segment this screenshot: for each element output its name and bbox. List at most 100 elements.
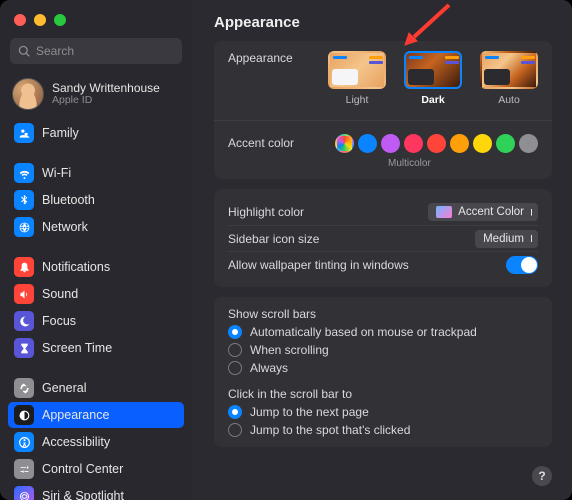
family-icon	[14, 123, 34, 143]
system-settings-window: Search Sandy Writtenhouse Apple ID Famil…	[0, 0, 572, 500]
accent-swatch-5[interactable]	[450, 134, 469, 153]
sidebar-item-control-center[interactable]: Control Center	[8, 456, 184, 482]
user-subtitle: Apple ID	[52, 95, 160, 107]
tinting-label: Allow wallpaper tinting in windows	[228, 258, 506, 272]
sidebar-item-general[interactable]: General	[8, 375, 184, 401]
radio-label: When scrolling	[250, 343, 329, 357]
sidebar-item-label: Bluetooth	[42, 193, 95, 207]
display-panel: Highlight color Accent Color Sidebar ico…	[214, 189, 552, 287]
wifi-icon	[14, 163, 34, 183]
sidebar-item-family[interactable]: Family	[8, 120, 184, 146]
radio-button	[228, 423, 242, 437]
radio-label: Automatically based on mouse or trackpad	[250, 325, 477, 339]
avatar	[12, 78, 44, 110]
scrollbars-options: Automatically based on mouse or trackpad…	[228, 325, 538, 375]
sidebar-item-label: Family	[42, 126, 79, 140]
minimize-button[interactable]	[34, 14, 46, 26]
accessibility-icon	[14, 432, 34, 452]
appearance-thumb-auto	[480, 51, 538, 89]
sidebar-item-accessibility[interactable]: Accessibility	[8, 429, 184, 455]
sidebar-item-label: General	[42, 381, 86, 395]
radio-option[interactable]: Jump to the spot that's clicked	[228, 423, 538, 437]
highlight-popup[interactable]: Accent Color	[428, 203, 538, 221]
bell-icon	[14, 257, 34, 277]
scroll-panel: Show scroll bars Automatically based on …	[214, 297, 552, 447]
appearance-option-label: Light	[346, 94, 369, 106]
radio-button	[228, 361, 242, 375]
sidebar-item-label: Accessibility	[42, 435, 110, 449]
search-icon	[18, 45, 31, 58]
sidebar-item-bluetooth[interactable]: Bluetooth	[8, 187, 184, 213]
sliders-icon	[14, 459, 34, 479]
sidebar-item-label: Appearance	[42, 408, 109, 422]
appearance-thumb-dark	[404, 51, 462, 89]
bluetooth-icon	[14, 190, 34, 210]
scrollbars-title: Show scroll bars	[228, 307, 538, 321]
sidebar-item-screen-time[interactable]: Screen Time	[8, 335, 184, 361]
appearance-label: Appearance	[228, 51, 328, 65]
sidebar: Search Sandy Writtenhouse Apple ID Famil…	[0, 0, 192, 500]
siri-icon	[14, 486, 34, 500]
accent-swatch-2[interactable]	[381, 134, 400, 153]
appearance-option-light[interactable]: Light	[328, 51, 386, 106]
appearance-options: Light Dark Auto	[328, 51, 538, 106]
accent-caption: Multicolor	[388, 158, 538, 169]
radio-option[interactable]: Always	[228, 361, 538, 375]
radio-button	[228, 325, 242, 339]
radio-option[interactable]: When scrolling	[228, 343, 538, 357]
close-button[interactable]	[14, 14, 26, 26]
sidebar-item-label: Focus	[42, 314, 76, 328]
highlight-label: Highlight color	[228, 205, 428, 219]
sidebar-item-label: Notifications	[42, 260, 110, 274]
sidebar-item-label: Control Center	[42, 462, 123, 476]
appearance-option-label: Auto	[498, 94, 520, 106]
accent-swatch-8[interactable]	[519, 134, 538, 153]
appearance-icon	[14, 405, 34, 425]
search-field[interactable]: Search	[10, 38, 182, 64]
sidebar-item-label: Siri & Spotlight	[42, 489, 124, 500]
iconsize-label: Sidebar icon size	[228, 232, 475, 246]
search-placeholder: Search	[36, 44, 74, 58]
sidebar-list: Family Wi-Fi Bluetooth Network Notifications…	[0, 120, 192, 500]
sidebar-item-label: Screen Time	[42, 341, 112, 355]
radio-option[interactable]: Automatically based on mouse or trackpad	[228, 325, 538, 339]
sidebar-item-label: Network	[42, 220, 88, 234]
appearance-option-label: Dark	[421, 94, 444, 106]
appearance-option-dark[interactable]: Dark	[404, 51, 462, 106]
accent-swatch-6[interactable]	[473, 134, 492, 153]
sidebar-item-notifications[interactable]: Notifications	[8, 254, 184, 280]
accent-color-row	[335, 134, 538, 153]
radio-label: Jump to the spot that's clicked	[250, 423, 410, 437]
appearance-thumb-light	[328, 51, 386, 89]
radio-label: Jump to the next page	[250, 405, 369, 419]
apple-id-row[interactable]: Sandy Writtenhouse Apple ID	[0, 72, 192, 120]
sidebar-item-wi-fi[interactable]: Wi-Fi	[8, 160, 184, 186]
help-button[interactable]: ?	[532, 466, 552, 486]
tinting-switch[interactable]	[506, 256, 538, 274]
accent-label: Accent color	[228, 136, 335, 150]
zoom-button[interactable]	[54, 14, 66, 26]
sidebar-item-network[interactable]: Network	[8, 214, 184, 240]
appearance-option-auto[interactable]: Auto	[480, 51, 538, 106]
accent-swatch-0[interactable]	[335, 134, 354, 153]
moon-icon	[14, 311, 34, 331]
sidebar-item-siri-spotlight[interactable]: Siri & Spotlight	[8, 483, 184, 500]
sidebar-item-label: Wi-Fi	[42, 166, 71, 180]
appearance-panel: Appearance Light Dark Auto Accent color Mu…	[214, 41, 552, 179]
page-title: Appearance	[214, 14, 552, 31]
sidebar-item-focus[interactable]: Focus	[8, 308, 184, 334]
network-icon	[14, 217, 34, 237]
gear-icon	[14, 378, 34, 398]
accent-swatch-1[interactable]	[358, 134, 377, 153]
user-name: Sandy Writtenhouse	[52, 82, 160, 95]
radio-option[interactable]: Jump to the next page	[228, 405, 538, 419]
speaker-icon	[14, 284, 34, 304]
sidebar-item-sound[interactable]: Sound	[8, 281, 184, 307]
sidebar-item-appearance[interactable]: Appearance	[8, 402, 184, 428]
click-title: Click in the scroll bar to	[228, 387, 538, 401]
accent-swatch-3[interactable]	[404, 134, 423, 153]
accent-swatch-4[interactable]	[427, 134, 446, 153]
accent-swatch-7[interactable]	[496, 134, 515, 153]
iconsize-popup[interactable]: Medium	[475, 230, 538, 248]
window-controls	[14, 14, 66, 26]
